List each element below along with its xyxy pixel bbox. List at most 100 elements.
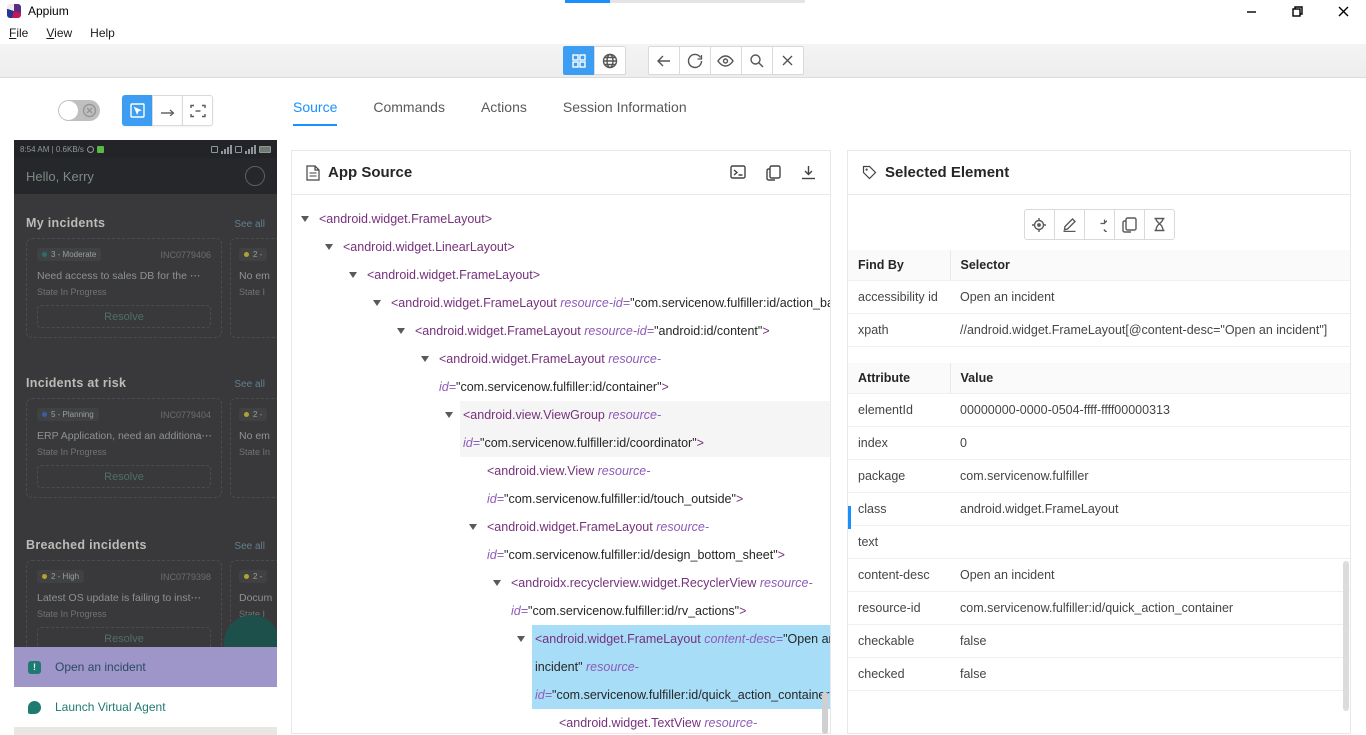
caret-down-icon[interactable]	[445, 412, 453, 418]
attribute-row: package com.servicenow.fulfiller	[848, 459, 1350, 493]
table-cell: accessibility id	[848, 280, 950, 314]
xml-attr-name: content-desc	[704, 632, 776, 646]
tree-node-label: <androidx.recyclerview.widget.RecyclerVi…	[508, 569, 830, 625]
caret-down-icon[interactable]	[517, 636, 525, 642]
tree-node[interactable]: <android.view.ViewGroup resource-id="com…	[300, 401, 830, 457]
window-restore-button[interactable]	[1274, 0, 1320, 22]
menu-item-help[interactable]: Help	[81, 24, 124, 42]
download-icon[interactable]	[801, 165, 816, 181]
search-button[interactable]	[740, 46, 773, 75]
phone-card-row: 5 - Planning INC0779404 ERP Application, n…	[26, 398, 277, 498]
resolve-button[interactable]: Resolve	[37, 305, 211, 328]
see-all-link[interactable]: See all	[234, 219, 265, 230]
edit-action-button[interactable]	[1053, 209, 1085, 240]
device-screenshot[interactable]: 8:54 AM | 0.6KB/s Hello, Kerry My incide…	[14, 140, 277, 735]
crosshair-action-button[interactable]	[1023, 209, 1055, 240]
terminal-icon[interactable]	[730, 164, 746, 181]
caret-down-icon[interactable]	[301, 216, 309, 222]
tab-source[interactable]: Source	[293, 99, 338, 126]
copy-action-button[interactable]	[1113, 209, 1145, 240]
xml-tag: <android.widget.LinearLayout	[343, 240, 508, 254]
tree-node[interactable]: <android.widget.FrameLayout resource-id=…	[300, 345, 830, 401]
incident-number: INC0779404	[160, 409, 211, 420]
tree-node-label: <android.widget.FrameLayout>	[316, 205, 495, 233]
table-cell: Open an incident	[950, 558, 1350, 592]
mode-button-group	[562, 46, 626, 75]
find-by-table: Find By Selector accessibility id Open an i…	[848, 250, 1350, 347]
see-all-link[interactable]: See all	[234, 379, 265, 390]
tab-commands[interactable]: Commands	[373, 99, 445, 126]
xml-attr-eq: =	[646, 324, 655, 338]
caret-down-icon[interactable]	[325, 244, 333, 250]
tree-node[interactable]: <android.widget.FrameLayout content-desc…	[300, 625, 830, 709]
caret-down-icon[interactable]	[469, 524, 477, 530]
selected-panel-scrollbar[interactable]	[1343, 561, 1349, 711]
session-toolbar	[0, 44, 1366, 78]
title-bar: Appium	[0, 0, 1366, 22]
tab-session-information[interactable]: Session Information	[563, 99, 687, 126]
eye-button[interactable]	[709, 46, 742, 75]
source-scrollbar[interactable]	[822, 692, 828, 734]
window-close-button[interactable]	[1320, 0, 1366, 22]
incident-title: Need access to sales DB for the ⋯	[37, 270, 201, 282]
hourglass-action-button[interactable]	[1143, 209, 1175, 240]
window-minimize-button[interactable]	[1228, 0, 1274, 22]
incident-card-partial[interactable]: 2 - No em State In	[230, 398, 277, 498]
element-overlay-toggle[interactable]	[58, 100, 100, 121]
caret-down-icon[interactable]	[421, 356, 429, 362]
copy-icon[interactable]	[766, 164, 781, 181]
tree-node[interactable]: <androidx.recyclerview.widget.RecyclerVi…	[300, 569, 830, 625]
caret-down-icon[interactable]	[373, 300, 381, 306]
tree-node[interactable]: <android.widget.FrameLayout resource-id=…	[300, 513, 830, 569]
phone-app-header: Hello, Kerry	[14, 158, 277, 194]
tree-node[interactable]: <android.widget.FrameLayout resource-id=…	[300, 317, 830, 345]
grid-mode-button[interactable]	[562, 46, 595, 75]
table-cell: false	[950, 624, 1350, 658]
phone-body: My incidents See all 3 - Moderate INC077940…	[14, 194, 277, 660]
globe-mode-button[interactable]	[593, 46, 626, 75]
tree-node-label: <android.widget.FrameLayout content-desc…	[532, 625, 830, 709]
incident-title: Latest OS update is failing to inst⋯	[37, 592, 202, 604]
close-button[interactable]	[771, 46, 804, 75]
refresh-button[interactable]	[678, 46, 711, 75]
table-cell: class	[848, 492, 950, 526]
phone-section-title: Breached incidents	[26, 538, 147, 552]
incident-card-partial[interactable]: 2 - No em State I	[230, 238, 277, 338]
undo-action-button[interactable]	[1083, 209, 1115, 240]
tree-node[interactable]: <android.widget.LinearLayout>	[300, 233, 830, 261]
xml-attr-eq: =	[472, 436, 481, 450]
caret-down-icon[interactable]	[349, 272, 357, 278]
swipe-tool-button[interactable]	[152, 95, 183, 126]
eye-icon	[717, 54, 734, 67]
screenshot-icon	[211, 145, 218, 153]
tree-node[interactable]: <android.widget.FrameLayout>	[300, 205, 830, 233]
tab-actions[interactable]: Actions	[481, 99, 527, 126]
tree-node[interactable]: <android.view.View resource-id="com.serv…	[300, 457, 830, 513]
back-button[interactable]	[647, 46, 680, 75]
priority-dot-icon	[244, 412, 249, 417]
incident-card[interactable]: 2 - High INC0779398 Latest OS update is fa…	[26, 560, 222, 660]
caret-down-icon[interactable]	[397, 328, 405, 334]
priority-badge: 2 -	[239, 570, 268, 583]
menu-item-file[interactable]: File	[0, 24, 37, 42]
incident-card[interactable]: 3 - Moderate INC0779406 Need access to sal…	[26, 238, 222, 338]
inspector-tabs: Source Commands Actions Session Information	[293, 99, 687, 126]
xml-attr-value: "com.servicenow.fulfiller:id/container"	[456, 380, 662, 394]
incident-card[interactable]: 5 - Planning INC0779404 ERP Application, n…	[26, 398, 222, 498]
tree-node-label: <android.widget.FrameLayout resource-id=…	[388, 289, 830, 317]
sheet-item-launch-virtual-agent[interactable]: Launch Virtual Agent	[14, 687, 277, 727]
xml-tag: <android.widget.TextView	[559, 716, 701, 730]
tree-node[interactable]: <android.widget.FrameLayout resource-id=…	[300, 289, 830, 317]
table-cell: 00000000-0000-0504-ffff-ffff00000313	[950, 393, 1350, 427]
xml-tag-close: >	[739, 604, 747, 618]
tree-node[interactable]: <android.widget.FrameLayout>	[300, 261, 830, 289]
back-icon	[656, 54, 672, 68]
see-all-link[interactable]: See all	[234, 541, 265, 552]
pointer-tool-button[interactable]	[122, 95, 153, 126]
frame-tool-button[interactable]	[182, 95, 213, 126]
tree-node[interactable]: <android.widget.TextView resource-id="co…	[300, 709, 830, 734]
resolve-button[interactable]: Resolve	[37, 465, 211, 488]
caret-down-icon[interactable]	[493, 580, 501, 586]
menu-item-view[interactable]: View	[37, 24, 81, 42]
sheet-item-open-an-incident[interactable]: ! Open an incident	[14, 647, 277, 687]
